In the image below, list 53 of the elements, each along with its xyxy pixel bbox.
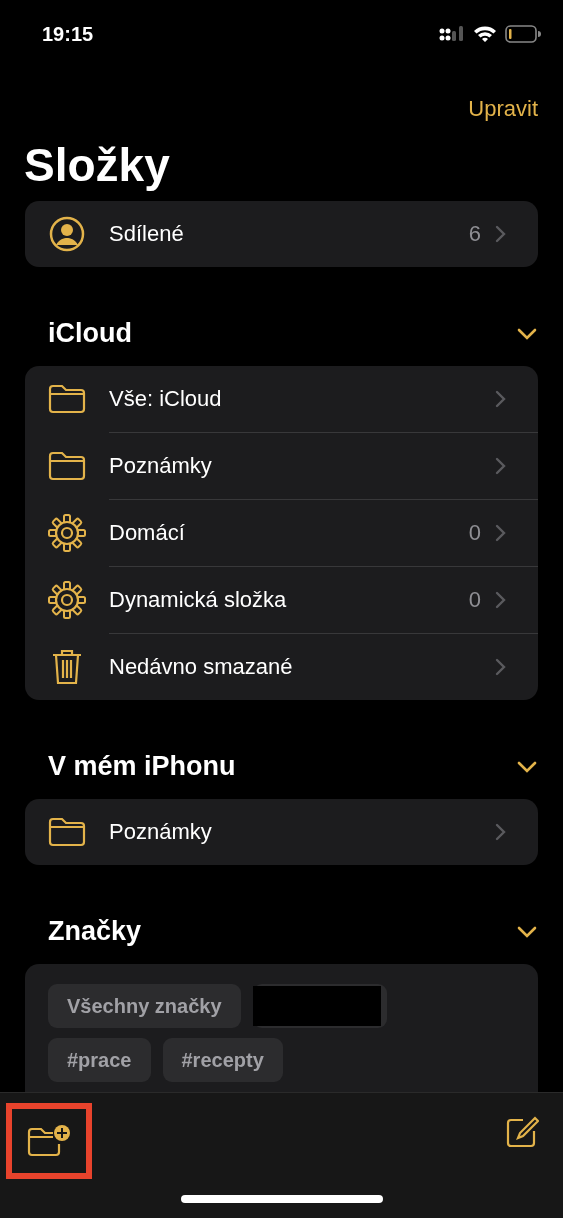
chevron-right-icon xyxy=(495,456,506,475)
folder-row[interactable]: Dynamická složka 0 xyxy=(25,566,538,633)
new-folder-button[interactable] xyxy=(6,1103,92,1179)
folder-icon xyxy=(48,383,86,414)
folder-plus-icon xyxy=(26,1123,72,1159)
chevron-right-icon xyxy=(495,523,506,542)
folder-name: Poznámky xyxy=(109,818,213,847)
person-icon xyxy=(49,215,85,252)
collapse-toggle[interactable] xyxy=(517,925,537,938)
note-count: 0 xyxy=(468,586,481,615)
wifi-icon xyxy=(473,25,497,43)
page-title: Složky xyxy=(24,140,171,191)
collapse-toggle[interactable] xyxy=(517,327,537,340)
tag-chip[interactable]: #prace xyxy=(48,1037,151,1082)
folder-name: Domácí xyxy=(109,519,186,548)
chevron-right-icon xyxy=(495,590,506,609)
folder-name: Nedávno smazané xyxy=(109,653,294,682)
note-count: 0 xyxy=(468,519,481,548)
section-title: Značky xyxy=(48,915,142,949)
edit-button[interactable]: Upravit xyxy=(468,68,563,130)
folder-icon xyxy=(48,816,86,847)
folder-row[interactable]: Nedávno smazané xyxy=(25,633,538,700)
folder-name: Dynamická složka xyxy=(109,586,288,615)
folder-name: Vše: iCloud xyxy=(109,385,223,414)
chevron-right-icon xyxy=(495,224,506,243)
compose-icon xyxy=(505,1115,539,1149)
collapse-toggle[interactable] xyxy=(517,760,537,773)
gear-icon xyxy=(48,513,86,552)
clock-time: 19:15 xyxy=(42,22,94,47)
folder-row[interactable]: Poznámky xyxy=(25,432,538,499)
folder-row[interactable]: Poznámky xyxy=(25,798,538,865)
tag-chip[interactable]: Všechny značky xyxy=(48,983,241,1028)
folder-row[interactable]: Sdílené 6 xyxy=(25,200,538,267)
folder-name: Sdílené xyxy=(109,220,185,249)
folder-row[interactable]: Domácí 0 xyxy=(25,499,538,566)
chevron-down-icon xyxy=(517,925,537,938)
section-title: iCloud xyxy=(48,317,132,351)
battery-icon xyxy=(505,25,541,43)
tag-chip[interactable]: #recepty xyxy=(162,1037,283,1082)
trash-icon xyxy=(51,647,83,686)
note-count: 6 xyxy=(468,220,481,249)
compose-button[interactable] xyxy=(505,1115,539,1149)
signal-icon xyxy=(439,25,465,43)
gear-icon xyxy=(48,580,86,619)
folder-name: Poznámky xyxy=(109,452,213,481)
section-title: V mém iPhonu xyxy=(48,750,236,784)
folder-icon xyxy=(48,450,86,481)
chevron-right-icon xyxy=(495,822,506,841)
chevron-down-icon xyxy=(517,327,537,340)
folder-row[interactable]: Vše: iCloud xyxy=(25,365,538,432)
chevron-down-icon xyxy=(517,760,537,773)
chevron-right-icon xyxy=(495,389,506,408)
chevron-right-icon xyxy=(495,657,506,676)
